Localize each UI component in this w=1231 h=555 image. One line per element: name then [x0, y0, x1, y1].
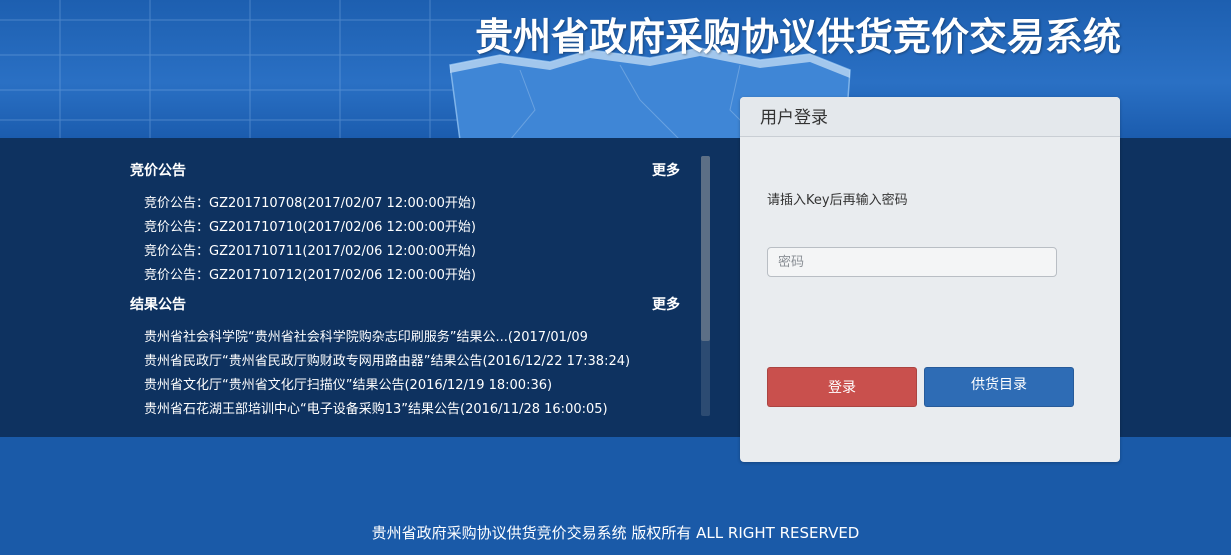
- bidding-item[interactable]: 竞价公告：GZ201710711(2017/02/06 12:00:00开始): [128, 240, 688, 264]
- results-section-header: 结果公告 更多: [128, 294, 688, 316]
- login-panel: 用户登录 请插入Key后再输入密码 登录 供货目录: [740, 97, 1120, 462]
- login-hint: 请插入Key后再输入密码: [767, 193, 908, 208]
- results-more-link[interactable]: 更多: [652, 294, 680, 314]
- result-item[interactable]: 贵州省社会科学院“贵州省社会科学院购杂志印刷服务”结果公...(2017/01/…: [128, 326, 688, 350]
- login-panel-header: 用户登录: [740, 97, 1120, 137]
- bidding-item[interactable]: 竞价公告：GZ201710710(2017/02/06 12:00:00开始): [128, 216, 688, 240]
- bidding-section-title: 竞价公告: [130, 163, 186, 179]
- system-title: 贵州省政府采购协议供货竞价交易系统: [474, 15, 1121, 59]
- bidding-item[interactable]: 竞价公告：GZ201710712(2017/02/06 12:00:00开始): [128, 264, 688, 288]
- results-section-title: 结果公告: [130, 297, 186, 313]
- result-item[interactable]: 贵州省民政厅“贵州省民政厅购财政专网用路由器”结果公告(2016/12/22 1…: [128, 350, 688, 374]
- supply-catalog-button[interactable]: 供货目录: [924, 367, 1074, 407]
- bidding-more-link[interactable]: 更多: [652, 160, 680, 180]
- login-title: 用户登录: [760, 108, 828, 128]
- bidding-item[interactable]: 竞价公告：GZ201710708(2017/02/07 12:00:00开始): [128, 192, 688, 216]
- scrollbar-thumb[interactable]: [701, 156, 710, 341]
- result-item[interactable]: 贵州省石花湖王部培训中心“电子设备采购13”结果公告(2016/11/28 16…: [128, 398, 688, 415]
- announcement-scrollbar[interactable]: [701, 156, 710, 416]
- decorative-grid: [0, 0, 480, 138]
- announcement-panel: 竞价公告 更多 竞价公告：GZ201710708(2017/02/07 12:0…: [128, 160, 688, 415]
- login-button[interactable]: 登录: [767, 367, 917, 407]
- footer-copyright: 贵州省政府采购协议供货竞价交易系统 版权所有 ALL RIGHT RESERVE…: [371, 524, 860, 542]
- bidding-section-header: 竞价公告 更多: [128, 160, 688, 182]
- result-item[interactable]: 贵州省文化厅“贵州省文化厅扫描仪”结果公告(2016/12/19 18:00:3…: [128, 374, 688, 398]
- password-input[interactable]: [767, 247, 1057, 277]
